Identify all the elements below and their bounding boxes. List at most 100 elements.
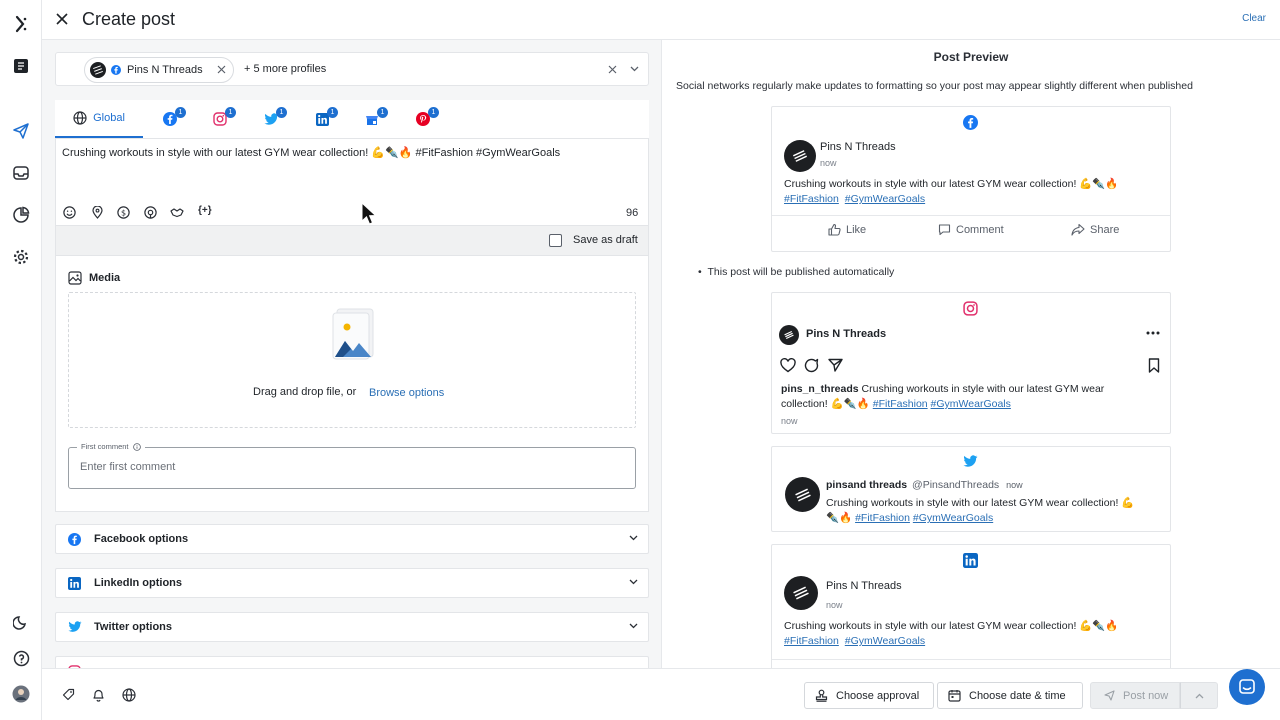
chat-support-button[interactable] bbox=[1229, 669, 1265, 705]
instagram-options-row[interactable] bbox=[55, 656, 649, 668]
globe-icon[interactable] bbox=[122, 688, 136, 702]
profile-selector[interactable]: Pins N Threads + 5 more profiles bbox=[55, 52, 649, 86]
tab-badge: 1 bbox=[225, 107, 236, 118]
upload-illustration-icon bbox=[327, 305, 383, 363]
hashtag-link[interactable]: #FitFashion bbox=[784, 193, 839, 205]
browse-options-link[interactable]: Browse options bbox=[369, 387, 444, 399]
remove-profile-icon[interactable] bbox=[217, 65, 226, 74]
workspace-avatar-icon[interactable] bbox=[11, 56, 31, 76]
hashtag-link[interactable]: #GymWearGoals bbox=[913, 512, 993, 524]
twitter-icon bbox=[68, 621, 82, 633]
fb-comment-label: Comment bbox=[956, 223, 1004, 236]
twitter-preview-card: pinsand threads @PinsandThreads now Crus… bbox=[771, 446, 1171, 532]
drop-text: Drag and drop file, or bbox=[253, 386, 357, 398]
clear-button[interactable]: Clear bbox=[1242, 13, 1266, 24]
location-pin-icon[interactable] bbox=[92, 206, 103, 219]
save-draft-checkbox[interactable] bbox=[549, 234, 562, 247]
fb-comment-button[interactable]: Comment bbox=[938, 223, 1004, 236]
avatar bbox=[784, 576, 818, 610]
help-question-icon[interactable] bbox=[11, 648, 31, 668]
media-title: Media bbox=[89, 272, 121, 284]
more-profiles-label[interactable]: + 5 more profiles bbox=[244, 63, 326, 75]
tab-badge: 1 bbox=[276, 107, 287, 118]
avatar bbox=[784, 140, 816, 172]
chevron-down-icon[interactable] bbox=[629, 579, 638, 585]
hashtag-link[interactable]: #FitFashion bbox=[784, 635, 839, 647]
bell-icon[interactable] bbox=[92, 688, 105, 702]
character-count: 96 bbox=[626, 207, 639, 219]
analytics-pie-icon[interactable] bbox=[11, 205, 31, 225]
brand-logo-icon[interactable] bbox=[11, 14, 31, 34]
variables-icon[interactable]: {+} bbox=[198, 205, 212, 216]
fb-share-button[interactable]: Share bbox=[1071, 223, 1119, 236]
post-options-dropdown[interactable] bbox=[1180, 682, 1218, 709]
first-comment-field[interactable]: First comment Enter first comment bbox=[68, 442, 636, 489]
post-now-button[interactable]: Post now bbox=[1090, 682, 1180, 709]
hashtag-link[interactable]: #FitFashion bbox=[855, 512, 910, 524]
tab-facebook[interactable]: 1 bbox=[156, 100, 186, 138]
approval-stamp-icon bbox=[815, 689, 828, 702]
tab-google-business[interactable]: 1 bbox=[358, 100, 388, 138]
tab-linkedin[interactable]: 1 bbox=[308, 100, 338, 138]
chat-icon bbox=[1238, 678, 1256, 696]
ig-profile-name: Pins N Threads bbox=[806, 328, 887, 340]
tab-badge: 1 bbox=[327, 107, 338, 118]
first-comment-placeholder[interactable]: Enter first comment bbox=[80, 461, 175, 473]
facebook-options-row[interactable]: Facebook options bbox=[55, 524, 649, 554]
inbox-icon[interactable] bbox=[11, 163, 31, 183]
choose-approval-button[interactable]: Choose approval bbox=[804, 682, 934, 709]
user-avatar-icon[interactable] bbox=[11, 684, 31, 704]
tw-header-line: pinsand threads @PinsandThreads now bbox=[826, 478, 1023, 493]
currency-icon[interactable]: $ bbox=[117, 206, 130, 219]
comment-bubble-icon[interactable] bbox=[804, 358, 819, 373]
comment-icon bbox=[938, 223, 951, 236]
send-paper-plane-icon[interactable] bbox=[828, 358, 843, 372]
tab-global[interactable]: Global bbox=[55, 100, 143, 138]
left-rail bbox=[0, 0, 42, 720]
mention-icon[interactable] bbox=[144, 206, 157, 219]
dark-mode-moon-icon[interactable] bbox=[11, 612, 31, 632]
publish-send-icon[interactable] bbox=[11, 121, 31, 141]
preview-title: Post Preview bbox=[933, 50, 1009, 64]
tab-instagram[interactable]: 1 bbox=[206, 100, 236, 138]
info-icon bbox=[132, 442, 141, 451]
bookmark-icon[interactable] bbox=[1148, 358, 1160, 373]
tw-handle: @PinsandThreads bbox=[912, 479, 1000, 491]
hashtag-link[interactable]: #FitFashion bbox=[873, 398, 928, 410]
hashtag-link[interactable]: #GymWearGoals bbox=[845, 193, 925, 205]
heart-icon[interactable] bbox=[780, 358, 796, 373]
choose-date-time-button[interactable]: Choose date & time bbox=[937, 682, 1083, 709]
twitter-options-label: Twitter options bbox=[94, 621, 173, 633]
profile-chip[interactable]: Pins N Threads bbox=[84, 57, 234, 83]
post-text[interactable]: Crushing workouts in style with our late… bbox=[62, 146, 642, 159]
settings-gear-icon[interactable] bbox=[11, 247, 31, 267]
compose-panel: Pins N Threads + 5 more profiles Global … bbox=[42, 40, 662, 668]
tab-twitter[interactable]: 1 bbox=[257, 100, 287, 138]
instagram-preview-card: Pins N Threads pins_n_threads Crushing w… bbox=[771, 292, 1171, 434]
media-dropzone[interactable]: Drag and drop file, or Browse options bbox=[68, 292, 636, 428]
network-tabs: Global 1 1 1 1 1 1 bbox=[55, 100, 649, 138]
clear-profiles-icon[interactable] bbox=[608, 65, 617, 74]
chevron-down-icon[interactable] bbox=[630, 66, 639, 72]
close-icon[interactable] bbox=[56, 13, 68, 25]
chevron-down-icon[interactable] bbox=[629, 535, 638, 541]
li-post-time: now bbox=[826, 600, 843, 610]
draft-row: Save as draft bbox=[55, 226, 649, 256]
chevron-down-icon[interactable] bbox=[629, 623, 638, 629]
hashtag-link[interactable]: #GymWearGoals bbox=[931, 398, 1011, 410]
fb-like-label: Like bbox=[846, 223, 867, 236]
facebook-icon bbox=[68, 533, 81, 546]
more-dots-icon[interactable] bbox=[1146, 331, 1160, 335]
emoji-icon[interactable] bbox=[63, 206, 76, 219]
handshake-icon[interactable] bbox=[170, 207, 184, 218]
hashtag-link[interactable]: #GymWearGoals bbox=[845, 635, 925, 647]
post-editor[interactable]: Crushing workouts in style with our late… bbox=[55, 138, 649, 226]
tab-pinterest[interactable]: 1 bbox=[409, 100, 439, 138]
auto-publish-note: • This post will be published automatica… bbox=[698, 266, 895, 278]
fb-like-button[interactable]: Like bbox=[828, 223, 866, 236]
thumbs-up-icon bbox=[828, 223, 841, 236]
linkedin-options-row[interactable]: LinkedIn options bbox=[55, 568, 649, 598]
twitter-options-row[interactable]: Twitter options bbox=[55, 612, 649, 642]
tag-icon[interactable] bbox=[62, 688, 75, 701]
tw-display-name: pinsand threads bbox=[826, 479, 908, 491]
